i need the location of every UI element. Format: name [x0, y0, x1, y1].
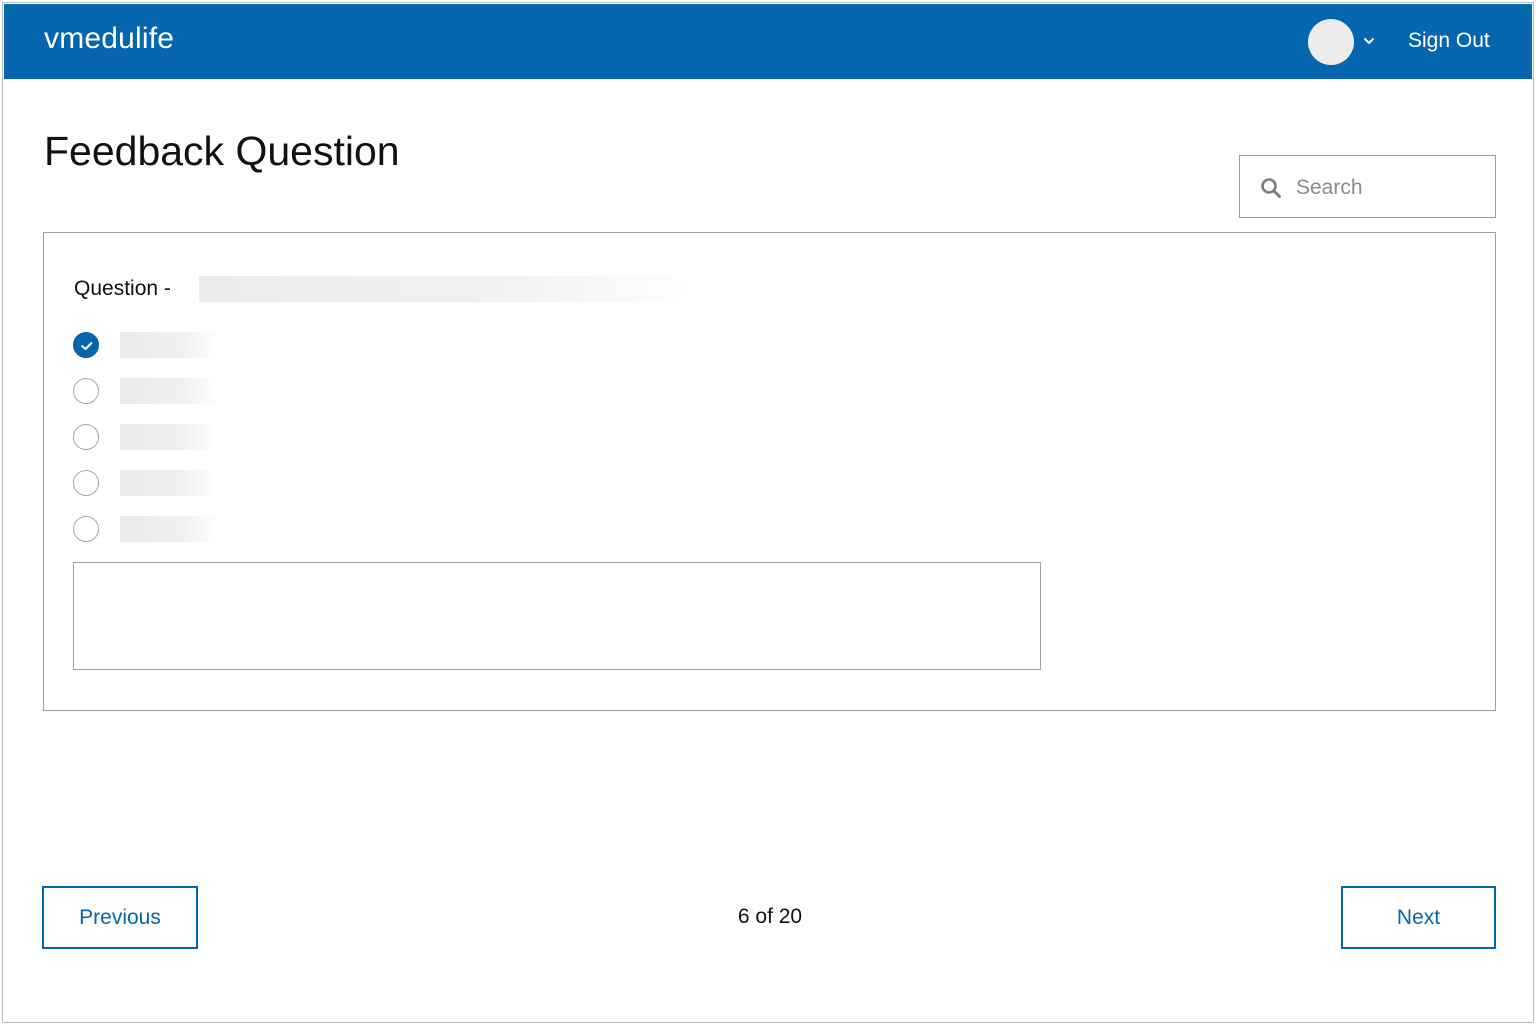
option-text-placeholder — [120, 516, 218, 542]
app-logo[interactable]: vmedulife — [44, 22, 174, 56]
page-title: Feedback Question — [44, 128, 400, 174]
check-icon — [81, 342, 93, 350]
option-text-placeholder — [120, 332, 218, 358]
pagination-status: 6 of 20 — [737, 905, 803, 928]
option-text-placeholder — [120, 470, 218, 496]
comment-textarea[interactable] — [73, 562, 1041, 670]
search-box[interactable] — [1239, 155, 1496, 218]
user-avatar[interactable] — [1308, 19, 1354, 65]
option-5[interactable] — [73, 515, 253, 545]
option-text-placeholder — [120, 378, 218, 404]
question-label: Question - — [74, 277, 171, 300]
option-4[interactable] — [73, 469, 253, 499]
option-3[interactable] — [73, 423, 253, 453]
radio-unchecked[interactable] — [73, 424, 99, 450]
option-text-placeholder — [120, 424, 218, 450]
question-text-placeholder — [199, 276, 699, 302]
radio-unchecked[interactable] — [73, 378, 99, 404]
chevron-down-icon[interactable] — [1362, 34, 1376, 48]
search-icon — [1261, 178, 1281, 198]
next-button[interactable]: Next — [1341, 886, 1496, 949]
sign-out-link[interactable]: Sign Out — [1408, 29, 1490, 53]
search-input[interactable] — [1294, 170, 1488, 206]
top-navbar: vmedulife Sign Out — [4, 4, 1532, 79]
radio-checked[interactable] — [73, 332, 99, 358]
option-1[interactable] — [73, 331, 253, 361]
radio-unchecked[interactable] — [73, 470, 99, 496]
option-2[interactable] — [73, 377, 253, 407]
previous-button[interactable]: Previous — [42, 886, 198, 949]
radio-unchecked[interactable] — [73, 516, 99, 542]
